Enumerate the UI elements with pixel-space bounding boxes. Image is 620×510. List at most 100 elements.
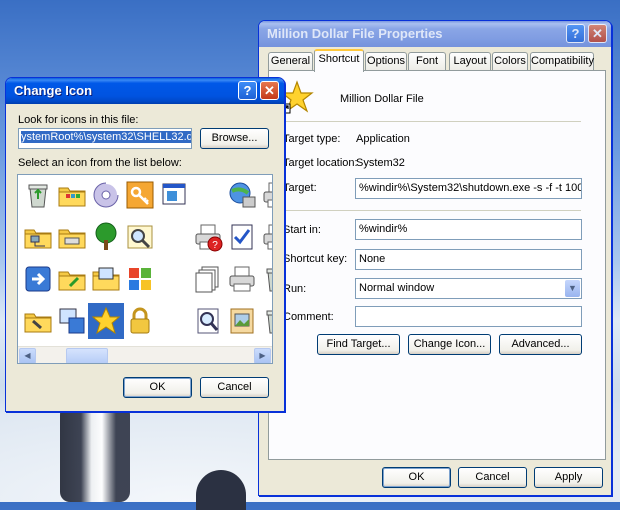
window-app-icon: [162, 183, 186, 205]
run-label: Run:: [283, 283, 307, 295]
computer-folder-icon: [92, 267, 120, 291]
target-location-label: Target location:: [283, 157, 358, 169]
recycle-bin-icon: [266, 310, 272, 334]
icon-list-item[interactable]: [224, 261, 260, 297]
tree-icon: [95, 222, 117, 250]
tab-compatibility[interactable]: Compatibility: [530, 52, 594, 71]
look-for-icons-label: Look for icons in this file:: [18, 114, 139, 126]
icon-list-item[interactable]: [122, 303, 158, 339]
cancel-button[interactable]: Cancel: [200, 377, 269, 398]
icon-list-item[interactable]: [54, 261, 90, 297]
target-input[interactable]: %windir%\System32\shutdown.exe -s -f -t …: [355, 178, 582, 199]
change-icon-titlebar[interactable]: Change Icon ? ✕: [6, 78, 284, 104]
dialog-title: Change Icon: [14, 83, 93, 98]
scroll-right-icon[interactable]: ▶: [254, 348, 271, 363]
recycle-bin-icon: [266, 268, 272, 292]
close-button[interactable]: ✕: [260, 81, 279, 100]
icon-file-input[interactable]: ystemRoot%\system32\SHELL32.dll: [18, 128, 192, 149]
folder-tools-icon: [24, 313, 52, 333]
padlock-icon: [130, 307, 150, 334]
svg-text:?: ?: [212, 240, 218, 251]
select-icon-label: Select an icon from the list below:: [18, 157, 182, 169]
shortcut-key-input[interactable]: None: [355, 249, 582, 270]
comment-label: Comment:: [283, 311, 334, 323]
checkmark-document-icon: [231, 224, 253, 250]
run-select-value: Normal window: [359, 282, 435, 294]
icon-list-item[interactable]: [156, 177, 192, 213]
icon-list-item[interactable]: [258, 303, 272, 339]
icon-list-item[interactable]: [20, 219, 56, 255]
tab-font[interactable]: Font: [408, 52, 446, 71]
ok-button[interactable]: OK: [382, 467, 451, 488]
target-type-value: Application: [356, 133, 410, 145]
windows-logo-icon: [129, 268, 151, 290]
cancel-button[interactable]: Cancel: [458, 467, 527, 488]
separator: [281, 210, 581, 211]
icon-list-item[interactable]: [54, 177, 90, 213]
start-in-input[interactable]: %windir%: [355, 219, 582, 240]
icon-list-item[interactable]: [258, 219, 272, 255]
icon-list-item[interactable]: [122, 177, 158, 213]
documents-icon: [195, 266, 219, 293]
tab-colors[interactable]: Colors: [492, 52, 528, 71]
scroll-thumb[interactable]: [66, 348, 108, 363]
icon-list-item[interactable]: [190, 261, 226, 297]
icon-list-item[interactable]: [88, 177, 124, 213]
drive-folder-icon: [58, 229, 86, 249]
icon-list-item[interactable]: [258, 261, 272, 297]
properties-titlebar[interactable]: Million Dollar File Properties ? ✕: [259, 21, 611, 47]
file-name: Million Dollar File: [340, 93, 424, 105]
change-icon-button[interactable]: Change Icon...: [408, 334, 491, 355]
find-target-button[interactable]: Find Target...: [317, 334, 400, 355]
search-window-icon: [127, 225, 153, 249]
icon-list-item[interactable]: [54, 303, 90, 339]
browse-button[interactable]: Browse...: [200, 128, 269, 149]
icon-list[interactable]: ? ◀ ▶: [17, 174, 273, 364]
tab-shortcut[interactable]: Shortcut: [314, 49, 364, 72]
network-computer-icon: [59, 308, 85, 334]
apply-button[interactable]: Apply: [534, 467, 603, 488]
tab-layout[interactable]: Layout: [449, 52, 491, 71]
globe-network-icon: [229, 182, 256, 208]
icon-list-item[interactable]: [224, 303, 260, 339]
icon-list-item[interactable]: [224, 177, 260, 213]
key-icon: [126, 181, 154, 209]
icon-list-item[interactable]: [122, 219, 158, 255]
start-in-label: Start in:: [283, 224, 321, 236]
icon-list-item[interactable]: [122, 261, 158, 297]
separator: [281, 121, 581, 122]
icon-list-item[interactable]: [20, 261, 56, 297]
shortcut-key-label: Shortcut key:: [283, 253, 348, 265]
star-icon: [91, 306, 121, 335]
horizontal-scrollbar[interactable]: ◀ ▶: [18, 346, 272, 363]
close-button[interactable]: ✕: [588, 24, 607, 43]
scroll-left-icon[interactable]: ◀: [19, 348, 36, 363]
comment-input[interactable]: [355, 306, 582, 327]
ok-button[interactable]: OK: [123, 377, 192, 398]
icon-list-item[interactable]: [54, 219, 90, 255]
icon-list-item[interactable]: [190, 303, 226, 339]
help-button[interactable]: ?: [566, 24, 585, 43]
help-button[interactable]: ?: [238, 81, 257, 100]
tab-general[interactable]: General: [268, 52, 313, 71]
icon-list-item[interactable]: [224, 219, 260, 255]
tab-options[interactable]: Options: [365, 52, 407, 71]
icon-file-value: ystemRoot%\system32\SHELL32.dll: [21, 131, 191, 143]
icon-list-item[interactable]: [88, 219, 124, 255]
icon-list-item[interactable]: [88, 261, 124, 297]
target-label: Target:: [283, 182, 317, 194]
chevron-down-icon[interactable]: ▼: [565, 280, 580, 297]
icon-list-item[interactable]: [20, 177, 56, 213]
advanced-button[interactable]: Advanced...: [499, 334, 582, 355]
printer-error-icon: ?: [195, 224, 223, 252]
magnifier-page-icon: [197, 308, 219, 334]
icon-list-item[interactable]: ?: [190, 219, 226, 255]
image-page-icon: [230, 308, 254, 334]
run-select[interactable]: Normal window: [355, 278, 582, 299]
icon-list-item[interactable]: [20, 303, 56, 339]
icon-list-item[interactable]: [258, 177, 272, 213]
cd-drive-icon: [93, 182, 119, 208]
icon-list-item[interactable]: [88, 303, 124, 339]
forward-arrow-icon: [25, 266, 51, 292]
star-icon: [280, 80, 314, 114]
